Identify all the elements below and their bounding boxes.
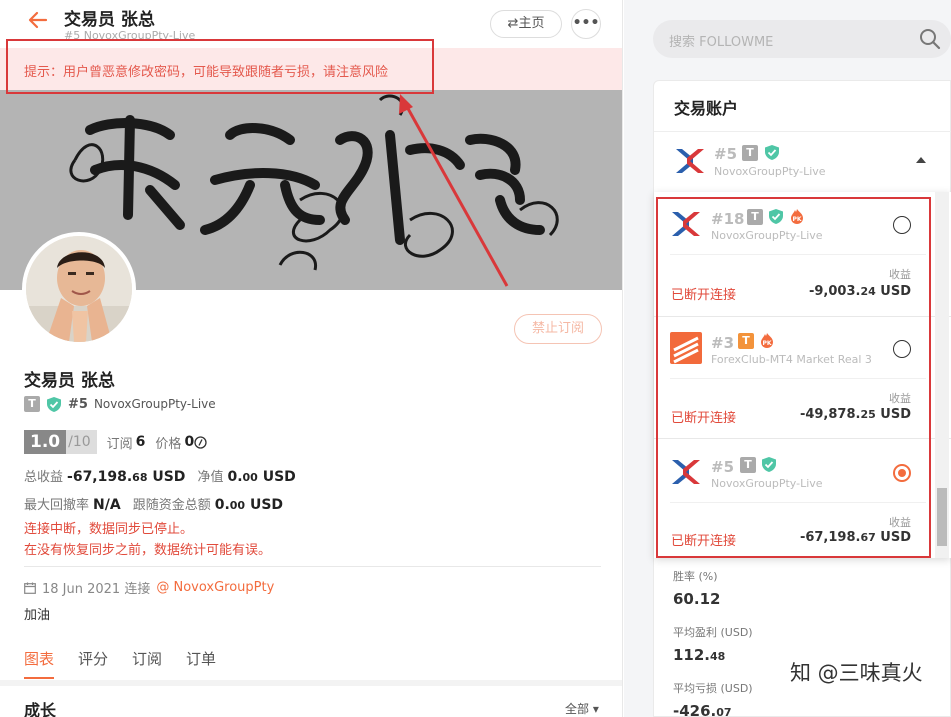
- profit-row: 总收益 -67,198.68 USD 净值 0.00 USD: [24, 466, 296, 486]
- tab-chart[interactable]: 图表: [24, 648, 55, 679]
- page: 交易员 张总 #5 NovoxGroupPty-Live ⇄主页 ••• 提示：…: [0, 0, 951, 717]
- drawdown-label: 最大回撤率: [24, 498, 90, 513]
- dropdown-scroll-thumb[interactable]: [937, 488, 947, 546]
- equity-value: 0.00 USD: [227, 469, 296, 485]
- total-profit-label: 总收益: [24, 470, 64, 485]
- equity-label: 净值: [197, 470, 224, 485]
- price-value: 0: [184, 434, 195, 450]
- avg-profit-value: 112.48: [673, 646, 726, 664]
- divider: [24, 566, 601, 567]
- follow-funds-value: 0.00 USD: [214, 497, 284, 513]
- divider: [654, 131, 951, 132]
- search-bar[interactable]: 搜索 FOLLOWME: [653, 20, 951, 58]
- avg-loss-value: -426.07: [673, 702, 732, 717]
- tab-orders[interactable]: 订单: [186, 648, 216, 679]
- account-selector[interactable]: #5 T NovoxGroupPty-Live: [674, 143, 944, 183]
- avg-profit-label: 平均盈利 (USD): [673, 626, 753, 639]
- connect-date-row: 18 Jun 2021 连接 @ NovoxGroupPty: [24, 578, 274, 597]
- t-badge-icon: T: [24, 396, 40, 412]
- section-gap: [0, 680, 622, 686]
- tab-subscribe[interactable]: 订阅: [132, 648, 162, 679]
- t-badge-icon: T: [742, 145, 758, 161]
- trader-rank: #5: [68, 396, 88, 412]
- sync-warning-1: 连接中断，数据同步已停止。: [24, 522, 194, 537]
- trader-profile-panel: 交易员 张总 #5 NovoxGroupPty-Live ⇄主页 ••• 提示：…: [0, 0, 623, 717]
- coin-icon: [194, 435, 207, 449]
- connect-date: 18 Jun 2021 连接: [42, 582, 151, 597]
- page-title: 交易员 张总: [64, 10, 155, 30]
- dropdown-highlight-box: [656, 197, 931, 558]
- collapse-caret-icon[interactable]: [916, 157, 926, 163]
- search-input[interactable]: 搜索 FOLLOWME: [669, 31, 773, 50]
- broker-link[interactable]: @ NovoxGroupPty: [156, 580, 274, 595]
- total-profit-value: -67,198.68 USD: [67, 469, 186, 485]
- novox-logo-icon: [676, 149, 704, 173]
- trader-name: 交易员 张总: [24, 371, 115, 391]
- score-value: 1.0: [24, 430, 67, 454]
- score-row: 1.0 /10 订阅 6 价格 0: [24, 430, 207, 454]
- watermark: 知 @三味真火: [790, 661, 923, 685]
- drawdown-row: 最大回撤率 N/A 跟随资金总额 0.00 USD: [24, 494, 283, 514]
- sync-warning-2: 在没有恢复同步之前，数据统计可能有误。: [24, 543, 272, 558]
- trader-note: 加油: [24, 608, 51, 623]
- avg-loss-label: 平均亏损 (USD): [673, 682, 753, 695]
- current-account-broker: NovoxGroupPty-Live: [714, 165, 826, 178]
- drawdown-value: N/A: [93, 497, 121, 513]
- winrate-value: 60.12: [673, 590, 721, 608]
- back-arrow-icon[interactable]: [28, 10, 48, 36]
- profile-tabs: 图表 评分 订阅 订单: [24, 648, 216, 679]
- home-button[interactable]: ⇄主页: [490, 10, 562, 38]
- accounts-title: 交易账户: [674, 99, 739, 118]
- score-max: /10: [66, 430, 97, 454]
- winrate-label: 胜率 (%): [673, 570, 718, 583]
- more-button[interactable]: •••: [571, 9, 601, 39]
- subs-label: 订阅: [106, 436, 133, 452]
- alert-highlight-box: [6, 39, 434, 94]
- price-label: 价格: [155, 436, 182, 452]
- search-icon[interactable]: [919, 28, 941, 50]
- trader-tags: T #5 NovoxGroupPty-Live: [24, 395, 216, 413]
- tab-rating[interactable]: 评分: [78, 648, 108, 679]
- range-select[interactable]: 全部 ▾: [565, 700, 599, 717]
- growth-title: 成长: [24, 701, 57, 717]
- stop-subscribe-button[interactable]: 禁止订阅: [514, 314, 602, 344]
- follow-funds-label: 跟随资金总额: [132, 498, 211, 513]
- current-account-num: #5: [714, 145, 738, 163]
- calendar-icon: [24, 582, 36, 594]
- avatar: [22, 232, 136, 346]
- verified-shield-icon: [47, 396, 61, 412]
- verified-shield-icon: [765, 145, 779, 160]
- subs-value: 6: [135, 434, 146, 450]
- trader-broker: NovoxGroupPty-Live: [93, 397, 216, 411]
